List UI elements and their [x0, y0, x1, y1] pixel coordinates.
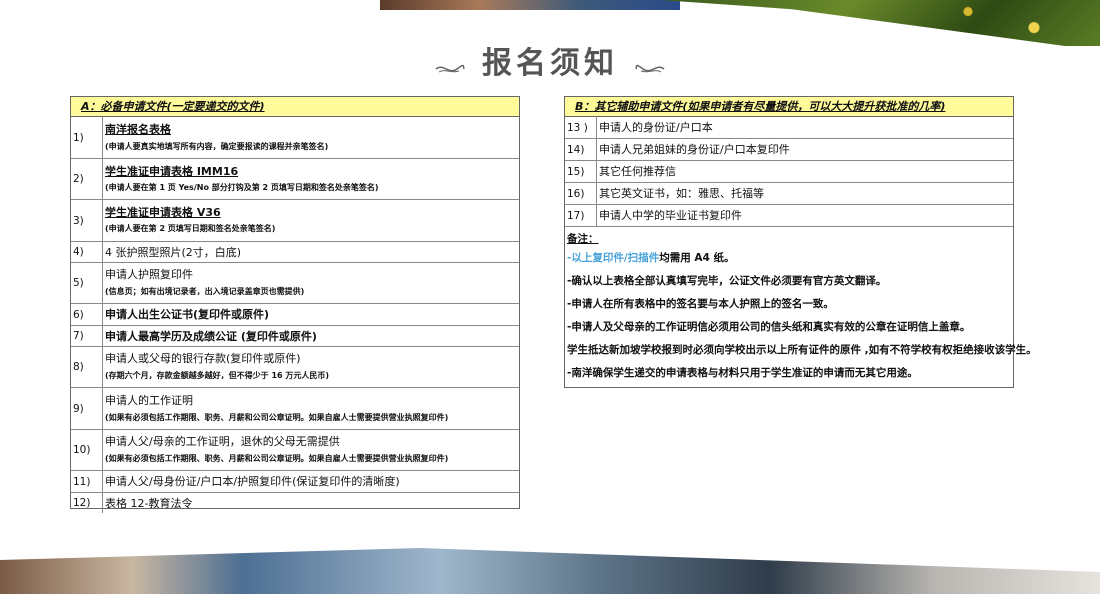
- table-row: 9) 申请人的工作证明 (如果有必须包括工作期限、职务、月薪和公司公章证明。如果…: [71, 388, 519, 430]
- table-row: 4) 4 张护照型照片(2寸，白底): [71, 242, 519, 263]
- table-row: 6) 申请人出生公证书(复印件或原件): [71, 304, 519, 326]
- row-number: 4): [71, 242, 103, 262]
- row-number: 10): [71, 430, 103, 470]
- row-title: 申请人中学的毕业证书复印件: [599, 209, 742, 222]
- note-line: -确认以上表格全部认真填写完毕，公证文件必须要有官方英文翻译。: [567, 275, 887, 287]
- row-title: 申请人父/母亲的工作证明，退休的父母无需提供: [105, 435, 340, 448]
- row-note: (申请人要真实地填写所有内容，确定要报读的课程并亲笔签名): [105, 142, 329, 151]
- row-title: 申请人的工作证明: [105, 394, 193, 407]
- section-a-header: A：必备申请文件(一定要递交的文件): [71, 97, 519, 117]
- table-row: 1) 南洋报名表格 (申请人要真实地填写所有内容，确定要报读的课程并亲笔签名): [71, 117, 519, 159]
- row-number: 17): [565, 205, 597, 226]
- row-note: (申请人要在第 1 页 Yes/No 部分打钩及第 2 页填写日期和签名处亲笔签…: [105, 183, 379, 192]
- row-number: 2): [71, 159, 103, 199]
- table-row: 14) 申请人兄弟姐妹的身份证/户口本复印件: [565, 139, 1013, 161]
- row-number: 8): [71, 347, 103, 387]
- row-number: 9): [71, 388, 103, 429]
- row-title: 其它任何推荐信: [599, 165, 676, 178]
- table-row: 10) 申请人父/母亲的工作证明，退休的父母无需提供 (如果有必须包括工作期限、…: [71, 430, 519, 471]
- table-row: 8) 申请人或父母的银行存款(复印件或原件) (存期六个月，存款金额越多越好，但…: [71, 347, 519, 388]
- row-number: 3): [71, 200, 103, 241]
- row-number: 6): [71, 304, 103, 325]
- row-number: 15): [565, 161, 597, 182]
- right-ornament-icon: [635, 64, 665, 72]
- row-title: 南洋报名表格: [105, 123, 171, 136]
- table-row: 5) 申请人护照复印件 (信息页；如有出境记录者，出入境记录盖章页也需提供): [71, 263, 519, 304]
- row-number: 14): [565, 139, 597, 160]
- table-row: 2) 学生准证申请表格 IMM16 (申请人要在第 1 页 Yes/No 部分打…: [71, 159, 519, 200]
- note-text: 均需用 A4 纸。: [659, 252, 735, 264]
- notes-section: 备注： -以上复印件/扫描件均需用 A4 纸。 -确认以上表格全部认真填写完毕，…: [565, 227, 1037, 385]
- table-row: 7) 申请人最高学历及成绩公证 (复印件或原件): [71, 326, 519, 347]
- table-row: 16) 其它英文证书，如：雅思、托福等: [565, 183, 1013, 205]
- supporting-documents-table: B：其它辅助申请文件(如果申请者有尽量提供，可以大大提升获批准的几率) 13 )…: [564, 96, 1037, 388]
- table-row: 17) 申请人中学的毕业证书复印件: [565, 205, 1013, 227]
- row-title: 学生准证申请表格 IMM16: [105, 165, 239, 178]
- row-number: 5): [71, 263, 103, 303]
- row-number: 11): [71, 471, 103, 492]
- note-line: -申请人在所有表格中的签名要与本人护照上的签名一致。: [567, 298, 834, 310]
- row-note: (申请人要在第 2 页填写日期和签名处亲笔签名): [105, 224, 276, 233]
- row-title: 申请人护照复印件: [105, 268, 193, 281]
- row-title: 其它英文证书，如：雅思、托福等: [599, 187, 764, 200]
- note-line: 学生抵达新加坡学校报到时必须向学校出示以上所有证件的原件 ,如有不符学校有权拒绝…: [567, 344, 1037, 356]
- note-highlight: -以上复印件/扫描件: [567, 252, 660, 264]
- row-title: 申请人出生公证书(复印件或原件): [105, 308, 270, 321]
- top-banner-photo: [0, 0, 1100, 46]
- row-title: 4 张护照型照片(2寸，白底): [105, 246, 242, 259]
- row-note: (存期六个月，存款金额越多越好，但不得少于 16 万元人民币): [105, 371, 330, 380]
- notes-label: 备注：: [567, 233, 599, 245]
- note-line: -南洋确保学生递交的申请表格与材料只用于学生准证的申请而无其它用途。: [567, 367, 918, 379]
- table-row: 11) 申请人父/母身份证/户口本/护照复印件(保证复印件的清晰度): [71, 471, 519, 493]
- note-line: -以上复印件/扫描件均需用 A4 纸。: [567, 247, 1011, 270]
- table-row: 15) 其它任何推荐信: [565, 161, 1013, 183]
- row-number: 12): [71, 493, 103, 513]
- row-title: 学生准证申请表格 V36: [105, 206, 221, 219]
- page-title-wrap: 报名须知: [0, 44, 1100, 84]
- table-row: 12) 表格 12-教育法令: [71, 493, 519, 513]
- row-number: 7): [71, 326, 103, 346]
- row-title: 申请人兄弟姐妹的身份证/户口本复印件: [599, 143, 790, 156]
- left-ornament-icon: [435, 64, 465, 72]
- required-documents-table: A：必备申请文件(一定要递交的文件) 1) 南洋报名表格 (申请人要真实地填写所…: [70, 96, 520, 513]
- page-title: 报名须知: [482, 46, 618, 81]
- row-number: 16): [565, 183, 597, 204]
- note-line: -申请人及父母亲的工作证明信必须用公司的信头纸和真实有效的公章在证明信上盖章。: [567, 321, 971, 333]
- row-title: 申请人或父母的银行存款(复印件或原件): [105, 352, 301, 365]
- section-b-header: B：其它辅助申请文件(如果申请者有尽量提供，可以大大提升获批准的几率): [565, 97, 1013, 117]
- row-note: (如果有必须包括工作期限、职务、月薪和公司公章证明。如果自雇人士需要提供营业执照…: [105, 454, 449, 463]
- row-note: (如果有必须包括工作期限、职务、月薪和公司公章证明。如果自雇人士需要提供营业执照…: [105, 413, 449, 422]
- row-title: 申请人的身份证/户口本: [599, 121, 713, 134]
- row-number: 1): [71, 117, 103, 158]
- row-number: 13 ): [565, 117, 597, 138]
- row-title: 申请人最高学历及成绩公证 (复印件或原件): [105, 330, 317, 343]
- row-note: (信息页；如有出境记录者，出入境记录盖章页也需提供): [105, 287, 305, 296]
- row-title: 表格 12-教育法令: [105, 497, 193, 510]
- bottom-banner-photo: [0, 548, 1100, 594]
- table-row: 3) 学生准证申请表格 V36 (申请人要在第 2 页填写日期和签名处亲笔签名): [71, 200, 519, 242]
- table-row: 13 ) 申请人的身份证/户口本: [565, 117, 1013, 139]
- row-title: 申请人父/母身份证/户口本/护照复印件(保证复印件的清晰度): [105, 475, 400, 488]
